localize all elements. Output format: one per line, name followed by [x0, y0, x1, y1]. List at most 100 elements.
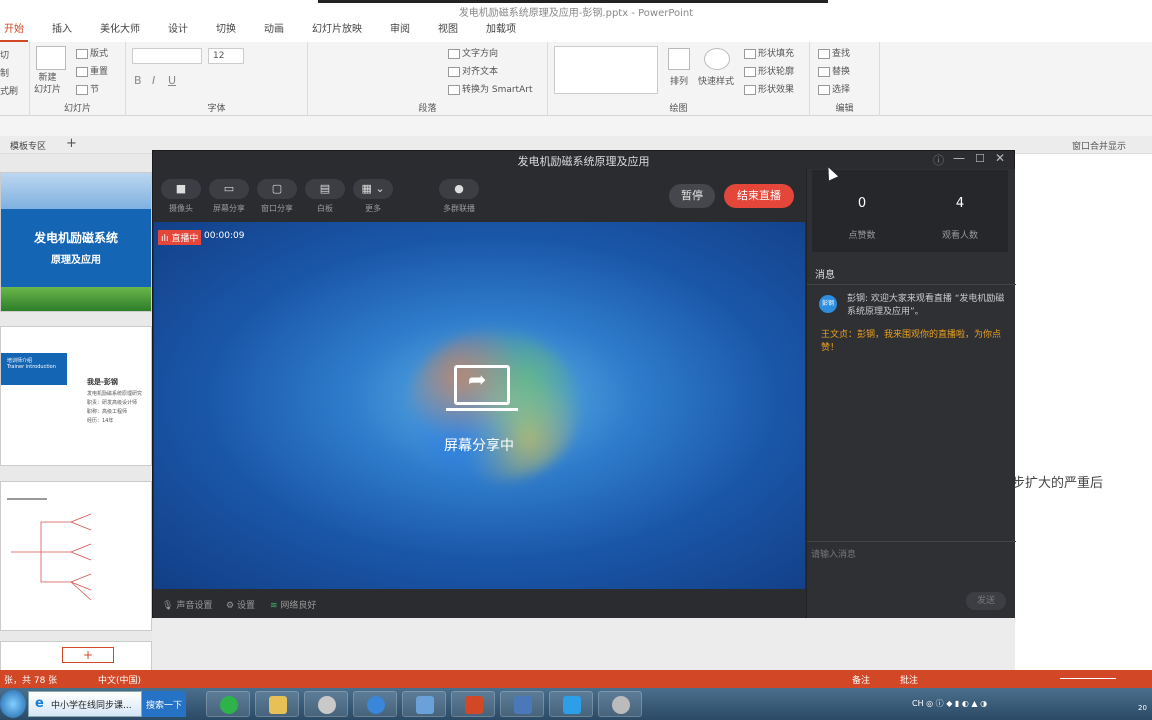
audio-settings-label: 声音设置 [176, 601, 213, 611]
microphone-icon: 🎙 [162, 601, 174, 611]
multi-group-button[interactable]: ● 多群联播 [438, 179, 480, 214]
maximize-button[interactable]: ☐ [975, 152, 985, 165]
shapes-gallery[interactable] [554, 46, 658, 94]
clipboard-group: 切 制 式刷 [0, 42, 30, 116]
language-indicator[interactable]: 中文(中国) [98, 673, 141, 686]
slide-editing-area[interactable] [1015, 154, 1152, 670]
reset-button[interactable]: 重置 [76, 64, 108, 77]
tab-transitions[interactable]: 切换 [212, 20, 240, 42]
viewers-count: 4 [955, 196, 965, 211]
shape-outline-icon [744, 66, 756, 77]
player-icon [612, 696, 630, 714]
trainer-detail-line: 职责：研发高级设计师 [87, 400, 138, 406]
new-slide-button[interactable]: 新建 幻灯片 [34, 72, 61, 96]
underline-button[interactable]: U [168, 74, 176, 87]
camera-button[interactable]: ■ 摄像头 [160, 179, 202, 214]
tab-home[interactable]: 开始 [0, 20, 28, 42]
arrange-button[interactable]: 排列 [670, 74, 688, 87]
add-slide-button[interactable]: + [62, 647, 114, 663]
format-painter-button[interactable]: 式刷 [0, 84, 18, 97]
text-direction-button[interactable]: 文字方向 [448, 46, 498, 59]
more-button[interactable]: ▦ ⌄ 更多 [352, 179, 394, 214]
message-input[interactable]: 请输入消息 [811, 547, 856, 560]
zoom-slider[interactable] [1060, 678, 1116, 679]
taskbar-app-explorer[interactable] [255, 691, 299, 717]
live-badge: ılı 直播中 [158, 230, 202, 245]
shape-fill-label: 形状填充 [758, 49, 795, 59]
slide-thumbnail-2[interactable]: 培训师介绍 Trainer introduction 我是-彭钢 发电机励磁系统… [0, 326, 152, 466]
find-button[interactable]: 查找 [818, 46, 850, 59]
paragraph-group: 文字方向 对齐文本 转换为 SmartArt 段落 [308, 42, 548, 116]
taskbar-app-media[interactable] [304, 691, 348, 717]
tab-slideshow[interactable]: 幻灯片放映 [308, 20, 366, 42]
editing-group: 查找 替换 选择 编辑 [810, 42, 880, 116]
system-tray[interactable]: CH ◎ ⓘ ◆ ▮ ◐ ▲ ◑ [912, 698, 987, 709]
live-stream-window: 发电机励磁系统原理及应用 ⓘ — ☐ ✕ ■ 摄像头 ▭ 屏幕分享 ▢ 窗口分享… [152, 150, 1016, 618]
close-button[interactable]: ✕ [995, 151, 1005, 165]
tab-insert[interactable]: 插入 [48, 20, 76, 42]
settings-button[interactable]: ⚙ 设置 [226, 598, 255, 611]
ie-taskbar-item[interactable]: e 中小学在线同步课... [28, 691, 142, 717]
tab-beautify[interactable]: 美化大师 [96, 20, 144, 42]
copy-button[interactable]: 制 [0, 66, 9, 79]
paragraph-group-label: 段落 [418, 104, 437, 114]
select-button[interactable]: 选择 [818, 82, 850, 95]
send-button[interactable]: 发送 [966, 592, 1006, 610]
live-bars-icon: ılı [161, 234, 172, 244]
likes-count: 0 [857, 196, 867, 211]
audio-settings-button[interactable]: 🎙 声音设置 [162, 598, 212, 611]
taskbar-app-live[interactable] [549, 691, 593, 717]
taskbar-app-powerpoint[interactable] [451, 691, 495, 717]
font-name-box[interactable] [132, 48, 202, 64]
bold-button[interactable]: B [134, 74, 142, 87]
select-label: 选择 [832, 85, 851, 95]
quick-styles-button[interactable]: 快速样式 [698, 74, 734, 87]
pause-button[interactable]: 暂停 [669, 184, 715, 208]
template-zone-tab[interactable]: 模板专区 [10, 139, 46, 152]
live-bottom-bar: 🎙 声音设置 ⚙ 设置 ≋ 网络良好 [154, 589, 805, 618]
tab-design[interactable]: 设计 [164, 20, 192, 42]
tab-addins[interactable]: 加载项 [482, 20, 520, 42]
trainer-intro-subtitle: Trainer introduction [7, 364, 56, 370]
top-overlay-bar [318, 0, 828, 3]
screen-share-button[interactable]: ▭ 屏幕分享 [208, 179, 250, 214]
replace-button[interactable]: 替换 [818, 64, 850, 77]
add-tab-button[interactable]: + [66, 136, 77, 151]
slide-thumbnail-1[interactable]: 发电机励磁系统 原理及应用 [0, 172, 152, 312]
search-taskbar-button[interactable]: 搜索一下 [142, 691, 186, 717]
italic-button[interactable]: I [152, 74, 155, 87]
shape-effects-button[interactable]: 形状效果 [744, 82, 794, 95]
align-text-button[interactable]: 对齐文本 [448, 64, 498, 77]
taskbar-app-360[interactable] [206, 691, 250, 717]
screen-share-preview: ılı 直播中 00:00:09 ➦ 屏幕分享中 [154, 222, 805, 589]
grass-image [1, 287, 151, 311]
smartart-button[interactable]: 转换为 SmartArt [448, 82, 532, 95]
cut-button[interactable]: 切 [0, 48, 9, 61]
layout-button[interactable]: 版式 [76, 46, 108, 59]
settings-label: 设置 [236, 601, 255, 611]
whiteboard-button[interactable]: ▤ 白板 [304, 179, 346, 214]
window-share-button[interactable]: ▢ 窗口分享 [256, 179, 298, 214]
comments-button[interactable]: 批注 [900, 673, 918, 686]
taskbar-app-player[interactable] [598, 691, 642, 717]
bird-icon [367, 696, 385, 714]
notes-button[interactable]: 备注 [852, 673, 870, 686]
section-button[interactable]: 节 [76, 82, 99, 95]
window-merge-button[interactable]: 窗口合并显示 [1072, 139, 1126, 152]
tab-review[interactable]: 审阅 [386, 20, 414, 42]
taskbar-app-remote[interactable] [402, 691, 446, 717]
slide-thumbnail-3[interactable] [0, 481, 152, 631]
help-icon[interactable]: ⓘ [933, 152, 944, 168]
reset-icon [76, 66, 88, 77]
taskbar-app-bird[interactable] [353, 691, 397, 717]
tab-animations[interactable]: 动画 [260, 20, 288, 42]
shape-fill-button[interactable]: 形状填充 [744, 46, 794, 59]
font-size-box[interactable]: 12 [208, 48, 244, 64]
start-button[interactable] [0, 690, 26, 718]
clock[interactable]: 20 [1138, 704, 1147, 712]
shape-outline-button[interactable]: 形状轮廓 [744, 64, 794, 77]
tab-view[interactable]: 视图 [434, 20, 462, 42]
taskbar-app-calculator[interactable] [500, 691, 544, 717]
end-live-button[interactable]: 结束直播 [724, 184, 794, 208]
minimize-button[interactable]: — [953, 151, 965, 165]
